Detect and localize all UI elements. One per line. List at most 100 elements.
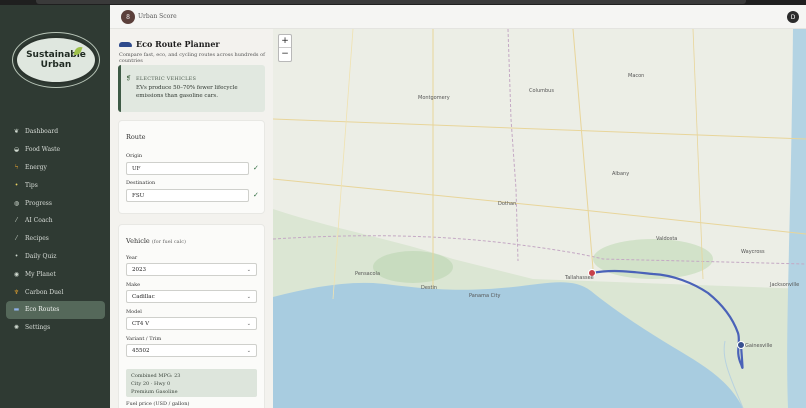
- map-label-waycross: Waycross: [741, 249, 765, 255]
- map-label-macon: Macon: [628, 73, 645, 79]
- sidebar-item-label: Recipes: [25, 235, 49, 243]
- ev-info-callout: ❡ ELECTRIC VEHICLES EVs produce 50–70% f…: [118, 65, 265, 112]
- variant-label: Variant / Trim: [126, 336, 162, 342]
- map-label-panama-city: Panama City: [469, 293, 501, 299]
- sidebar-item-ai-coach[interactable]: ⁄ AI Coach: [6, 212, 105, 230]
- forest-area: [373, 251, 453, 283]
- sidebar-item-label: Dashboard: [25, 128, 59, 136]
- map-label-albany: Albany: [612, 171, 630, 177]
- route-planner-panel: Eco Route Planner Compare fast, eco, and…: [110, 29, 273, 408]
- map-label-gainesville: Gainesville: [745, 343, 773, 349]
- page-title: Eco Route Planner: [119, 39, 220, 49]
- trophy-icon: ♆: [13, 288, 20, 296]
- origin-input[interactable]: UF: [126, 162, 249, 175]
- logo-line-2: Urban: [40, 60, 72, 70]
- model-select[interactable]: CT4 V ⌄: [126, 317, 257, 330]
- destination-input[interactable]: FSU: [126, 189, 249, 202]
- leaf-icon: ❦: [13, 128, 20, 136]
- sidebar-item-label: Carbon Duel: [25, 288, 64, 296]
- make-label: Make: [126, 282, 141, 288]
- logo[interactable]: Sustainable Urban: [15, 36, 97, 84]
- map-label-columbus: Columbus: [529, 88, 554, 94]
- sidebar-item-label: Eco Routes: [25, 306, 60, 314]
- car-icon: ▬: [13, 306, 20, 314]
- map-label-jacksonville: Jacksonville: [770, 282, 800, 288]
- chevron-down-icon: ⌄: [246, 294, 251, 300]
- map-zoom-control: + −: [278, 34, 292, 62]
- sidebar-item-progress[interactable]: ◍ Progress: [6, 194, 105, 212]
- user-avatar[interactable]: D: [787, 11, 799, 23]
- destination-label: Destination: [126, 180, 156, 186]
- zoom-in-button[interactable]: +: [279, 35, 291, 48]
- page-title-text: Eco Route Planner: [136, 39, 220, 49]
- variant-value: 45502: [132, 347, 150, 354]
- destination-check-icon: ✓: [253, 191, 259, 199]
- sidebar-item-label: Energy: [25, 163, 47, 171]
- mpg-fuel-type: Premium Gasoline: [131, 389, 178, 395]
- browser-tab-bar: [36, 0, 746, 4]
- model-value: CT4 V: [132, 320, 150, 327]
- score-badge[interactable]: 8: [121, 10, 135, 24]
- model-label: Model: [126, 309, 142, 315]
- page-subtitle: Compare fast, eco, and cycling routes ac…: [119, 52, 265, 64]
- gear-icon: ✺: [13, 324, 20, 332]
- sidebar-item-label: Tips: [25, 181, 38, 189]
- zoom-out-button[interactable]: −: [279, 48, 291, 61]
- route-card: Route Origin UF ✓ Destination FSU ✓: [118, 120, 265, 214]
- sidebar-item-dashboard[interactable]: ❦ Dashboard: [6, 123, 105, 141]
- bulb-icon: •: [14, 181, 19, 189]
- sidebar-item-label: Progress: [25, 199, 52, 207]
- make-select[interactable]: Cadillac ⌄: [126, 290, 257, 303]
- year-select[interactable]: 2023 ⌄: [126, 263, 257, 276]
- bowl-icon: ◒: [13, 146, 20, 154]
- car-icon: [119, 41, 132, 47]
- sidebar-item-label: My Planet: [25, 270, 56, 278]
- globe-icon: ◍: [13, 199, 20, 207]
- mpg-combined: Combined MPG: 23: [131, 373, 181, 379]
- sidebar-item-settings[interactable]: ✺ Settings: [6, 319, 105, 337]
- map-label-dothan: Dothan: [498, 201, 517, 207]
- variant-select[interactable]: 45502 ⌄: [126, 344, 257, 357]
- mpg-summary: Combined MPG: 23 City 20 · Hwy 0 Premium…: [126, 369, 257, 397]
- sidebar-item-eco-routes[interactable]: ▬ Eco Routes: [6, 300, 105, 319]
- chat-icon: ⁄: [15, 217, 17, 225]
- ev-text: EVs produce 50–70% fewer lifecycle emiss…: [136, 85, 238, 99]
- header-title: Urban Score: [138, 13, 177, 20]
- make-value: Cadillac: [132, 293, 155, 300]
- map-canvas: [273, 29, 806, 408]
- sidebar-item-daily-quiz[interactable]: • Daily Quiz: [6, 248, 105, 266]
- chevron-down-icon: ⌄: [246, 348, 251, 354]
- origin-marker: [737, 341, 745, 349]
- chevron-down-icon: ⌄: [246, 267, 251, 273]
- sidebar: Sustainable Urban ❦ Dashboard ◒ Food Waste…: [0, 5, 110, 408]
- sidebar-item-label: Food Waste: [25, 146, 61, 154]
- year-label: Year: [126, 255, 138, 261]
- sidebar-item-my-planet[interactable]: ◉ My Planet: [6, 265, 105, 283]
- sidebar-item-food-waste[interactable]: ◒ Food Waste: [6, 141, 105, 159]
- sidebar-item-recipes[interactable]: ⁄ Recipes: [6, 230, 105, 248]
- map-label-montgomery: Montgomery: [418, 95, 450, 101]
- top-header: 8 Urban Score D: [110, 5, 806, 29]
- chevron-down-icon: ⌄: [246, 321, 251, 327]
- route-map[interactable]: Montgomery Columbus Albany Dothan Pensac…: [273, 29, 806, 408]
- sidebar-nav: ❦ Dashboard ◒ Food Waste ϟ Energy • Tips ◍ Pr…: [6, 123, 105, 337]
- bolt-icon: ϟ: [14, 163, 19, 171]
- vehicle-card-title: Vehicle (for fuel calc): [126, 237, 186, 245]
- sidebar-item-carbon-duel[interactable]: ♆ Carbon Duel: [6, 283, 105, 301]
- origin-label: Origin: [126, 153, 143, 159]
- route-card-title: Route: [126, 133, 146, 141]
- mpg-city-hwy: City 20 · Hwy 0: [131, 381, 171, 387]
- fuel-price-label: Fuel price (USD / gallon): [126, 401, 190, 407]
- utensils-icon: ⁄: [15, 235, 17, 243]
- year-value: 2023: [132, 266, 146, 273]
- quiz-icon: •: [14, 252, 19, 260]
- sidebar-item-label: Daily Quiz: [25, 252, 57, 260]
- sidebar-item-label: AI Coach: [25, 217, 53, 225]
- sidebar-item-energy[interactable]: ϟ Energy: [6, 159, 105, 177]
- sidebar-item-tips[interactable]: • Tips: [6, 176, 105, 194]
- map-label-destin: Destin: [421, 285, 438, 291]
- map-label-pensacola: Pensacola: [355, 271, 381, 277]
- map-label-valdosta: Valdosta: [656, 236, 678, 242]
- ev-heading: ELECTRIC VEHICLES: [136, 76, 197, 82]
- vehicle-card: Vehicle (for fuel calc) Year 2023 ⌄ Make …: [118, 224, 265, 408]
